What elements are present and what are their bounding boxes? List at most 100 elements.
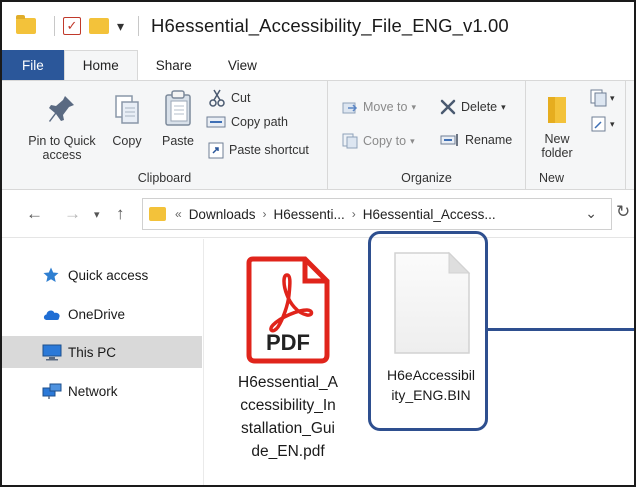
up-arrow-icon[interactable]: ↑ [116, 204, 125, 224]
cloud-icon [43, 310, 60, 320]
pdf-icon: PDF [246, 256, 330, 364]
delete-button[interactable]: Delete ▾ [440, 99, 506, 115]
sidebar-item-label: Quick access [68, 267, 149, 283]
breadcrumb-h6essenti[interactable]: H6essenti... [273, 207, 344, 222]
pin-icon [49, 96, 74, 122]
clipboard-group: Pin to Quick access Copy Paste Cut Copy … [2, 81, 328, 189]
properties-check-icon[interactable]: ✓ [63, 17, 81, 35]
breadcrumb-downloads[interactable]: Downloads [189, 207, 256, 222]
copy-to-label: Copy to [363, 134, 407, 148]
folder-icon [16, 15, 36, 34]
ribbon: Pin to Quick access Copy Paste Cut Copy … [2, 80, 634, 190]
new-folder-quick-icon[interactable] [89, 18, 109, 34]
organize-group: Move to ▾ Copy to ▾ Delete ▾ Rename Orga… [328, 81, 526, 189]
new-folder-label-line2: folder [541, 146, 573, 160]
pin-to-quick-access-button[interactable]: Pin to Quick access [16, 93, 108, 162]
new-group: New folder ▾ ▾ New [526, 81, 626, 189]
title-bar: ✓ ▾ H6essential_Accessibility_File_ENG_v… [2, 2, 634, 50]
pin-label-line2: access [42, 148, 82, 162]
tab-view[interactable]: View [210, 50, 275, 80]
copy-path-button[interactable]: Copy path [206, 115, 288, 129]
paste-shortcut-icon [208, 142, 224, 159]
computer-icon [42, 344, 62, 361]
address-bar[interactable]: « Downloads › H6essenti... › H6essential… [142, 198, 612, 230]
cut-button[interactable]: Cut [208, 89, 250, 107]
navigation-pane: Quick access OneDrive This PC Network [2, 239, 204, 485]
copy-to-button[interactable]: Copy to ▾ [342, 133, 415, 149]
network-icon [42, 383, 62, 399]
tab-home[interactable]: Home [63, 50, 138, 80]
breadcrumb-separator-icon[interactable]: › [352, 207, 356, 221]
sidebar-item-onedrive[interactable]: OneDrive [2, 298, 202, 330]
easy-access-button[interactable]: ▾ [588, 115, 615, 133]
sidebar-item-this-pc[interactable]: This PC [2, 336, 202, 368]
paste-shortcut-button[interactable]: Paste shortcut [208, 141, 309, 159]
pdf-badge: PDF [266, 330, 310, 355]
file-name-line: ccessibility_In [240, 397, 336, 414]
paste-icon [165, 90, 191, 126]
copy-path-icon [206, 116, 226, 128]
pin-label-line1: Pin to Quick [28, 134, 96, 148]
easy-access-icon [591, 116, 606, 132]
delete-label: Delete [461, 100, 498, 114]
highlight-box [368, 231, 488, 431]
paste-label: Paste [162, 134, 194, 148]
sidebar-item-label: This PC [68, 344, 117, 360]
new-group-label: New [538, 171, 564, 185]
new-item-dropdown-icon: ▾ [610, 92, 615, 103]
copy-icon [115, 95, 139, 124]
new-item-icon [590, 89, 607, 107]
recent-locations-chevron-icon[interactable]: ▾ [94, 208, 100, 221]
customize-toolbar-dropdown-icon[interactable]: ▾ [117, 18, 124, 35]
delete-dropdown-icon: ▾ [501, 101, 506, 112]
clipboard-group-label: Clipboard [137, 171, 192, 185]
move-to-button[interactable]: Move to ▾ [342, 99, 416, 115]
tab-file[interactable]: File [2, 50, 64, 80]
sidebar-item-quick-access[interactable]: Quick access [2, 259, 202, 291]
copy-label: Copy [112, 134, 142, 148]
breadcrumb-current-folder[interactable]: H6essential_Access... [363, 207, 496, 222]
overflow-chevron-icon[interactable]: « [175, 207, 182, 221]
new-folder-icon [548, 97, 566, 123]
delete-x-icon [440, 99, 456, 115]
move-to-dropdown-icon: ▾ [411, 101, 416, 112]
file-item-pdf[interactable]: PDF H6essential_A ccessibility_In stalla… [223, 255, 353, 463]
refresh-icon[interactable]: ↻ [616, 202, 630, 222]
file-name-line: de_EN.pdf [251, 443, 325, 460]
copy-button[interactable]: Copy [106, 93, 148, 148]
organize-group-label: Organize [401, 171, 452, 185]
rename-label: Rename [465, 133, 513, 147]
tab-share[interactable]: Share [138, 50, 210, 80]
ribbon-tabs: File Home Share View [2, 50, 634, 80]
new-item-button[interactable]: ▾ [588, 89, 615, 107]
new-folder-button[interactable]: New folder [532, 93, 582, 160]
breadcrumb-separator-icon[interactable]: › [262, 207, 266, 221]
separator [54, 16, 55, 36]
back-arrow-icon[interactable]: ← [26, 204, 43, 224]
move-to-icon [342, 102, 358, 114]
file-name-line: stallation_Gui [241, 420, 335, 437]
easy-access-dropdown-icon: ▾ [610, 118, 615, 129]
folder-icon [149, 207, 166, 221]
copy-path-label: Copy path [231, 115, 288, 129]
star-icon [43, 267, 59, 282]
sidebar-item-label: Network [68, 383, 118, 399]
address-dropdown-chevron-icon[interactable]: ⌄ [585, 205, 597, 222]
file-name-line: H6essential_A [238, 374, 338, 391]
sidebar-item-network[interactable]: Network [2, 375, 202, 407]
copy-to-dropdown-icon: ▾ [410, 135, 415, 146]
rename-icon [440, 134, 458, 146]
scissors-icon [209, 89, 225, 107]
forward-arrow-icon[interactable]: → [64, 204, 81, 224]
move-to-label: Move to [363, 100, 408, 114]
copy-to-icon [342, 133, 358, 149]
paste-button[interactable]: Paste [156, 89, 200, 148]
sidebar-item-label: OneDrive [68, 306, 126, 322]
cut-label: Cut [231, 91, 251, 105]
new-folder-label-line1: New [544, 132, 570, 146]
navigation-bar: ← → ▾ ↑ « Downloads › H6essenti... › H6e… [2, 190, 634, 238]
window-title: H6essential_Accessibility_File_ENG_v1.00 [151, 15, 509, 36]
explorer-window: ✓ ▾ H6essential_Accessibility_File_ENG_v… [0, 0, 636, 487]
callout-line [488, 328, 634, 331]
rename-button[interactable]: Rename [440, 133, 512, 147]
